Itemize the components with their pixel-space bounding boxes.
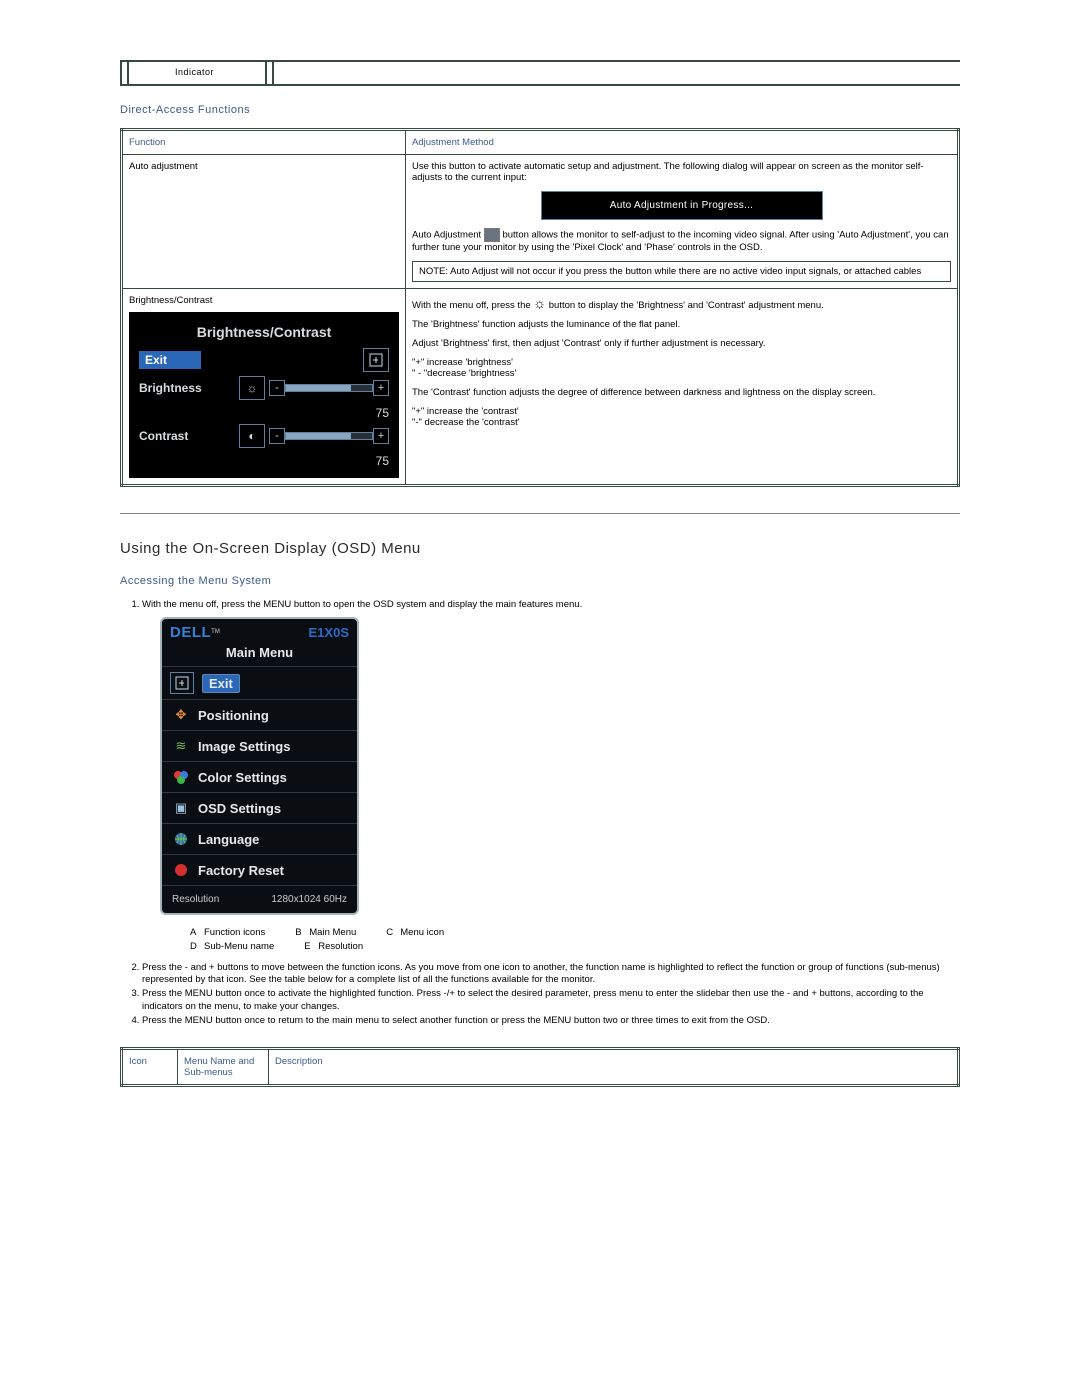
fn-bc-desc: With the menu off, press the ☼ button to… <box>406 289 959 486</box>
col-description: Description <box>269 1048 959 1085</box>
fn-auto-adjust-desc: Use this button to activate automatic se… <box>406 155 959 289</box>
fn-bc-label: Brightness/Contrast <box>129 295 399 306</box>
minus-button[interactable]: - <box>269 428 285 444</box>
brand-logo: DELL <box>170 624 211 641</box>
col-icon: Icon <box>122 1048 178 1085</box>
osd-step-3: Press the MENU button once to activate t… <box>142 988 960 1012</box>
osd-exit-row[interactable]: Exit <box>139 348 389 372</box>
legend-d: Sub-Menu name <box>204 941 274 952</box>
model-label: E1X0S <box>309 625 349 640</box>
brightness-glyph-icon: ☼ <box>533 295 546 311</box>
main-menu-title: Main Menu <box>162 641 357 666</box>
osd-brightness-label: Brightness <box>139 381 235 395</box>
osd-step-1: With the menu off, press the MENU button… <box>142 599 960 611</box>
language-icon <box>170 829 192 849</box>
color-settings-icon <box>170 767 192 787</box>
menu-item-color-settings[interactable]: Color Settings <box>162 761 357 792</box>
osd-bc-title: Brightness/Contrast <box>139 324 389 340</box>
adjust-icon <box>484 228 500 242</box>
direct-access-heading: Direct-Access Functions <box>120 104 960 116</box>
osd-brightness-row[interactable]: Brightness ☼ - + <box>139 376 389 400</box>
menu-item-osd-settings[interactable]: ▣ OSD Settings <box>162 792 357 823</box>
osd-settings-icon: ▣ <box>170 798 192 818</box>
auto-adjust-dialog: Auto Adjustment in Progress... <box>541 191 823 220</box>
resolution-value: 1280x1024 60Hz <box>271 894 347 905</box>
plus-button[interactable]: + <box>373 428 389 444</box>
menu-item-label: Exit <box>209 676 233 691</box>
auto-adjust-note: NOTE: Auto Adjust will not occur if you … <box>412 261 951 282</box>
menu-resolution-row: Resolution 1280x1024 60Hz <box>162 885 357 913</box>
bc-desc2: The 'Brightness' function adjusts the lu… <box>412 319 951 330</box>
menu-item-factory-reset[interactable]: Factory Reset <box>162 854 357 885</box>
menu-item-label: Language <box>198 832 259 847</box>
osd-bc-panel: Brightness/Contrast Exit Brightness ☼ - … <box>129 312 399 478</box>
bc-desc1: With the menu off, press the ☼ button to… <box>412 295 951 311</box>
menu-item-label: Positioning <box>198 708 269 723</box>
fn-brightness-contrast: Brightness/Contrast Brightness/Contrast … <box>122 289 406 486</box>
legend-b: Main Menu <box>309 927 356 938</box>
factory-reset-icon <box>170 860 192 880</box>
osd-contrast-label: Contrast <box>139 429 235 443</box>
resolution-label: Resolution <box>172 894 219 905</box>
contrast-bar[interactable] <box>285 432 373 440</box>
col-function: Function <box>122 130 406 155</box>
col-menu-name: Menu Name and Sub-menus <box>178 1048 269 1085</box>
brightness-icon: ☼ <box>239 376 265 400</box>
osd-steps-list-2: Press the - and + buttons to move betwee… <box>142 962 960 1027</box>
positioning-icon: ✥ <box>170 705 192 725</box>
exit-icon <box>170 672 194 694</box>
trademark-icon: TM <box>211 629 220 635</box>
menu-item-exit[interactable]: Exit <box>162 666 357 699</box>
brightness-bar[interactable] <box>285 384 373 392</box>
bc-cminus: "-" decrease the 'contrast' <box>412 417 951 428</box>
bc-bplus: "+" increase 'brightness' <box>412 357 951 368</box>
top-divider: Indicator <box>120 60 960 86</box>
osd-step-4: Press the MENU button once to return to … <box>142 1015 960 1027</box>
osd-exit-label: Exit <box>139 351 201 369</box>
osd-step-2: Press the - and + buttons to move betwee… <box>142 962 960 986</box>
legend-a: Function icons <box>204 927 265 938</box>
fn-auto-adjust: Auto adjustment <box>122 155 406 289</box>
menu-item-label: Color Settings <box>198 770 287 785</box>
menu-item-label: Factory Reset <box>198 863 284 878</box>
bc-desc3: Adjust 'Brightness' first, then adjust '… <box>412 338 951 349</box>
image-settings-icon: ≋ <box>170 736 192 756</box>
contrast-icon: ◐ <box>239 424 265 448</box>
indicator-label: Indicator <box>175 67 214 77</box>
menu-item-language[interactable]: Language <box>162 823 357 854</box>
bc-desc4: The 'Contrast' function adjusts the degr… <box>412 387 951 398</box>
plus-button[interactable]: + <box>373 380 389 396</box>
osd-main-menu-panel: DELLTM E1X0S Main Menu Exit ✥ Positionin… <box>160 617 359 915</box>
col-method: Adjustment Method <box>406 130 959 155</box>
contrast-value: 75 <box>376 452 389 468</box>
osd-heading: Using the On-Screen Display (OSD) Menu <box>120 540 960 557</box>
osd-description-table: Icon Menu Name and Sub-menus Description <box>120 1047 960 1087</box>
menu-item-label: Image Settings <box>198 739 290 754</box>
menu-item-image-settings[interactable]: ≋ Image Settings <box>162 730 357 761</box>
legend-e: Resolution <box>318 941 363 952</box>
menu-item-positioning[interactable]: ✥ Positioning <box>162 699 357 730</box>
menu-legend: AFunction icons BMain Menu CMenu icon DS… <box>190 927 960 952</box>
auto-adjust-mid: Auto Adjustment button allows the monito… <box>412 228 951 253</box>
minus-button[interactable]: - <box>269 380 285 396</box>
osd-contrast-row[interactable]: Contrast ◐ - + <box>139 424 389 448</box>
bc-bminus: " - "decrease 'brightness' <box>412 368 951 379</box>
exit-icon <box>363 348 389 372</box>
brightness-value: 75 <box>376 404 389 420</box>
auto-adjust-top: Use this button to activate automatic se… <box>412 161 951 183</box>
osd-subheading: Accessing the Menu System <box>120 575 960 587</box>
direct-access-table: Function Adjustment Method Auto adjustme… <box>120 128 960 487</box>
section-divider <box>120 513 960 514</box>
legend-c: Menu icon <box>400 927 444 938</box>
bc-cplus: "+" increase the 'contrast' <box>412 406 951 417</box>
osd-steps-list: With the menu off, press the MENU button… <box>142 599 960 611</box>
menu-item-label: OSD Settings <box>198 801 281 816</box>
